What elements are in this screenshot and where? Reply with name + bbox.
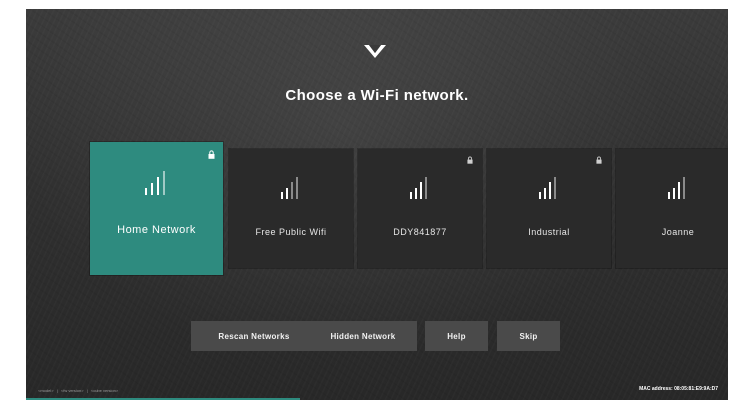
tv-screen: Choose a Wi-Fi network. Home Network Fre… (26, 9, 728, 400)
lock-icon (208, 150, 215, 159)
wifi-signal-icon (668, 177, 685, 199)
network-name: Joanne (661, 227, 695, 237)
network-tile-free-public-wifi[interactable]: Free Public Wifi (229, 149, 353, 268)
skip-button[interactable]: Skip (497, 321, 560, 351)
separator: | (56, 388, 58, 393)
cube-version-label: <cube version> (90, 388, 119, 393)
network-tile-industrial[interactable]: Industrial (487, 149, 611, 268)
model-label: <model> (38, 388, 54, 393)
network-name: Free Public Wifi (255, 227, 327, 237)
network-tile-joanne[interactable]: Joanne (616, 149, 728, 268)
wifi-signal-icon (281, 177, 298, 199)
hidden-network-button[interactable]: Hidden Network (309, 321, 417, 351)
network-name: Industrial (528, 227, 570, 237)
wifi-signal-icon (144, 171, 165, 195)
wifi-signal-icon (410, 177, 427, 199)
wifi-signal-icon (539, 177, 556, 199)
lock-icon (596, 156, 602, 164)
help-button[interactable]: Help (425, 321, 488, 351)
mac-address: MAC address: 08:05:81:E9:9A:D7 (639, 386, 718, 392)
network-name: DDY841877 (393, 227, 447, 237)
network-tile-ddy841877[interactable]: DDY841877 (358, 149, 482, 268)
fw-version-label: <fw version> (60, 388, 84, 393)
network-name: Home Network (117, 224, 196, 236)
lock-icon (467, 156, 473, 164)
page-title: Choose a Wi-Fi network. (285, 87, 469, 104)
version-info: <model> | <fw version> | <cube version> (38, 388, 120, 393)
network-tile-home-network[interactable]: Home Network (90, 142, 223, 275)
vizio-v-logo-icon (364, 45, 386, 58)
separator: | (86, 388, 88, 393)
rescan-networks-button[interactable]: Rescan Networks (191, 321, 317, 351)
